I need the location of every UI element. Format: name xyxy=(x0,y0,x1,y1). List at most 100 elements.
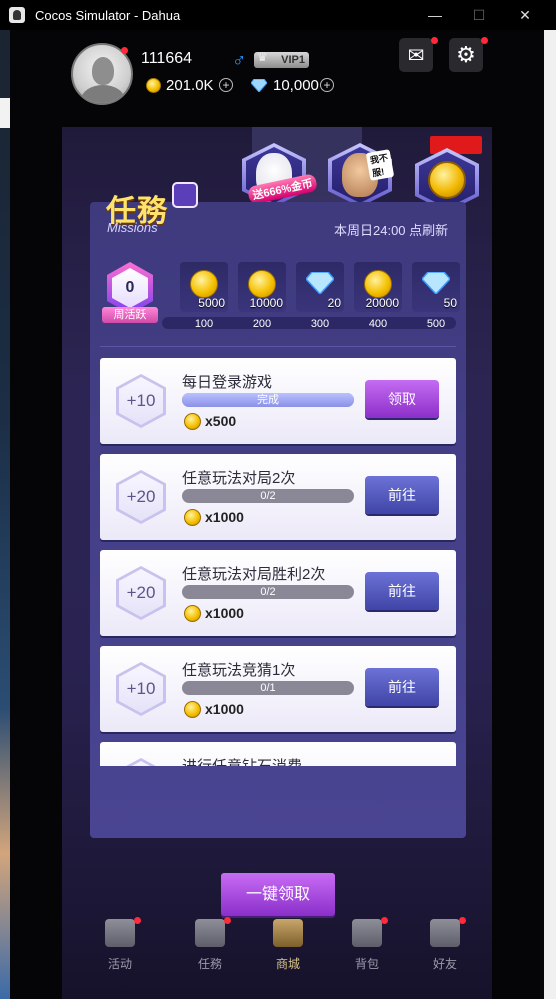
milestone-label: 100 xyxy=(194,318,214,330)
mission-points xyxy=(119,761,163,766)
go-button[interactable]: 前往 xyxy=(365,476,439,514)
mission-card: 进行任意钻石消费 xyxy=(100,742,456,766)
reward-amount: 20000 xyxy=(365,296,399,310)
reward-amount: 10000 xyxy=(249,296,283,310)
nav-item-5[interactable]: 好友 xyxy=(415,915,475,975)
mission-card: +10 每日登录游戏 完成 x500 领取 xyxy=(100,358,456,444)
reward-chest-4[interactable]: 20000 xyxy=(354,262,402,312)
window-title: Cocos Simulator - Dahua xyxy=(35,7,181,23)
male-icon: ♂ xyxy=(232,50,247,71)
divider xyxy=(100,346,456,347)
close-button[interactable]: ✕ xyxy=(502,0,548,30)
mission-reward: x1000 xyxy=(205,605,244,621)
mission-title: 任意玩法对局胜利2次 xyxy=(182,566,326,583)
avatar-badge xyxy=(121,47,128,54)
settings-badge xyxy=(481,37,488,44)
vip-label: VIP1 xyxy=(281,54,305,66)
promo-lucky-cat[interactable]: 送666%金币 xyxy=(242,143,319,207)
reward-chest-3[interactable]: 20 xyxy=(296,262,344,312)
mission-progress-text: 0/2 xyxy=(260,490,276,502)
promo-character-bubble: 我不服! xyxy=(365,149,395,181)
coin-icon xyxy=(184,413,201,430)
mission-title: 每日登录游戏 xyxy=(182,374,273,391)
mission-title: 进行任意钻石消费 xyxy=(182,755,302,766)
vip-badge: ♛ VIP1 xyxy=(254,50,309,68)
reward-amount: 20 xyxy=(327,296,341,310)
mission-progress-bar: 0/2 xyxy=(182,585,354,599)
reward-chest-1[interactable]: 5000 xyxy=(180,262,228,312)
background-window-strip-right xyxy=(544,30,556,999)
go-button[interactable]: 前往 xyxy=(365,668,439,706)
add-coins-button[interactable]: + xyxy=(219,78,233,92)
reset-note: 本周日24:00 点刷新 xyxy=(334,223,449,238)
reward-chest-2[interactable]: 10000 xyxy=(238,262,286,312)
diamond-icon xyxy=(251,79,267,92)
mission-progress-text: 完成 xyxy=(257,394,279,406)
title-bar: Cocos Simulator - Dahua — ☐ ✕ xyxy=(0,0,556,30)
nav-label: 好友 xyxy=(432,957,457,971)
gear-icon: ⚙ xyxy=(456,42,476,67)
mission-progress-bar: 0/1 xyxy=(182,681,354,695)
promo-character[interactable]: 我不服! xyxy=(328,143,395,207)
reward-amount: 5000 xyxy=(198,296,225,310)
mission-title: 任意玩法对局2次 xyxy=(182,470,296,487)
bottom-nav: 活动 任務 商城 背包 好友 xyxy=(70,915,490,975)
coin-icon xyxy=(184,509,201,526)
mission-reward: x1000 xyxy=(205,509,244,525)
milestone-label: 400 xyxy=(368,318,388,330)
coin-icon xyxy=(190,270,218,298)
calendar-icon xyxy=(172,182,198,208)
nav-item-1[interactable]: 活动 xyxy=(90,915,150,975)
mission-reward: x1000 xyxy=(205,701,244,717)
nav-badge xyxy=(224,917,231,924)
mission-progress-bar: 0/2 xyxy=(182,489,354,503)
user-id: 111664 xyxy=(141,50,193,67)
minimize-button[interactable]: — xyxy=(412,0,458,30)
mission-progress-text: 0/1 xyxy=(260,682,276,694)
coin-icon xyxy=(364,270,392,298)
coin-icon xyxy=(146,78,161,93)
nav-item-2[interactable]: 任務 xyxy=(180,915,240,975)
nav-label: 商城 xyxy=(275,957,300,971)
nav-badge xyxy=(134,917,141,924)
nav-badge xyxy=(459,917,466,924)
nav-label: 任務 xyxy=(197,957,222,971)
reward-amount: 50 xyxy=(443,296,457,310)
coin-icon xyxy=(184,701,201,718)
nav-badge xyxy=(381,917,388,924)
coin-balance: 201.0K xyxy=(166,77,214,94)
panel-subtitle: Missions xyxy=(107,220,158,235)
settings-button[interactable]: ⚙ xyxy=(449,38,483,72)
mission-card: +20 任意玩法对局2次 0/2 x1000 前往 xyxy=(100,454,456,540)
mission-card: +20 任意玩法对局胜利2次 0/2 x1000 前往 xyxy=(100,550,456,636)
mission-card: +10 任意玩法竞猜1次 0/1 x1000 前往 xyxy=(100,646,456,732)
maximize-button[interactable]: ☐ xyxy=(456,0,502,30)
simulator-window: Cocos Simulator - Dahua — ☐ ✕ 111664 ♂ ♛… xyxy=(0,0,556,999)
background-window-strip xyxy=(0,30,10,999)
calendar-task-icon xyxy=(195,919,225,947)
mail-button[interactable]: ✉ xyxy=(399,38,433,72)
coin-icon xyxy=(248,270,276,298)
mission-progress-text: 0/2 xyxy=(260,586,276,598)
backpack-icon xyxy=(352,919,382,947)
claim-button[interactable]: 领取 xyxy=(365,380,439,418)
go-button[interactable]: 前往 xyxy=(365,572,439,610)
nav-item-4[interactable]: 背包 xyxy=(337,915,397,975)
app-icon xyxy=(9,7,25,23)
milestone-label: 200 xyxy=(252,318,272,330)
weekly-activity-label: 周活跃 xyxy=(102,307,158,323)
shop-cart-icon xyxy=(273,919,303,947)
nav-item-3[interactable]: 商城 xyxy=(258,915,318,975)
milestone-label: 300 xyxy=(310,318,330,330)
game-viewport: 111664 ♂ ♛ VIP1 201.0K + 10,000 + ✉ ⚙ 送66… xyxy=(10,30,544,999)
nav-label: 活动 xyxy=(107,957,132,971)
mission-list[interactable]: +10 每日登录游戏 完成 x500 领取 +20 任意玩法对局2次 0/2 x1000 前往 +2… xyxy=(100,358,456,766)
mission-progress-bar: 完成 xyxy=(182,393,354,407)
add-diamonds-button[interactable]: + xyxy=(320,78,334,92)
reward-chest-5[interactable]: 50 xyxy=(412,262,460,312)
mission-reward: x500 xyxy=(205,413,237,429)
nav-label: 背包 xyxy=(354,957,379,971)
diamond-icon xyxy=(422,272,450,294)
mail-badge xyxy=(431,37,438,44)
claim-all-button[interactable]: 一键领取 xyxy=(221,873,335,916)
